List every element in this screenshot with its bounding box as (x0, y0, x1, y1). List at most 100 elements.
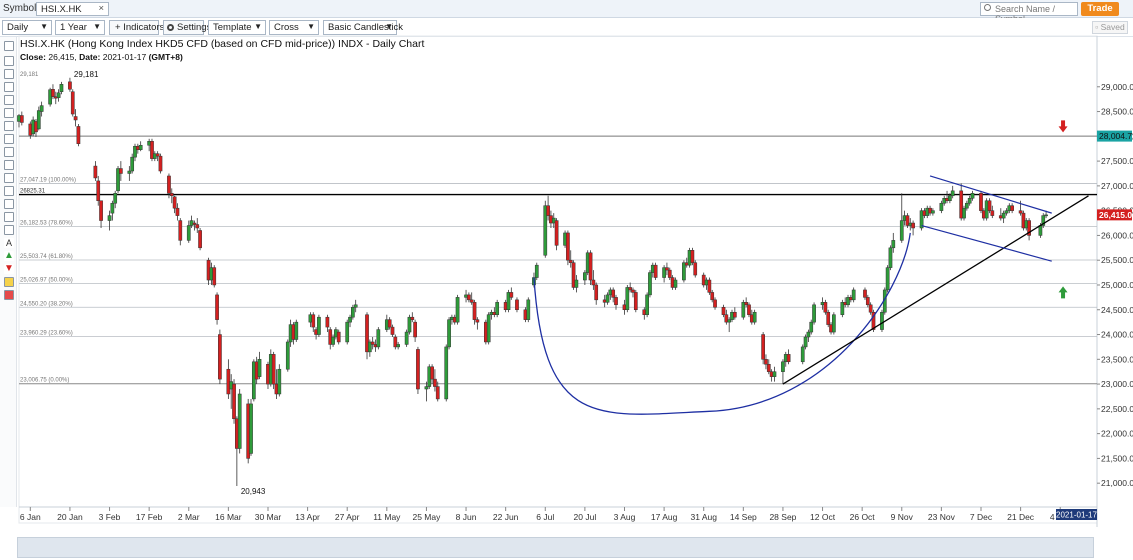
candle-body (800, 346, 805, 363)
candle-body (410, 316, 415, 320)
y-tick-label: 26,000.0 (1101, 230, 1133, 240)
candle-body (891, 240, 896, 249)
x-tick-label: 28 Sep (769, 512, 796, 522)
date-label: Date: (79, 52, 101, 62)
candle-body (970, 193, 975, 199)
candle-body (990, 210, 995, 216)
candle-body (964, 202, 969, 209)
fib-level-label: 27,047.19 (100.00%) (20, 178, 76, 184)
x-tick-label: 17 Feb (136, 512, 163, 522)
candle-body (435, 386, 440, 400)
candle-body (515, 299, 519, 311)
candle-body (455, 297, 460, 323)
candle-body (967, 198, 972, 204)
candle-body (475, 319, 480, 323)
candle-body (99, 200, 103, 221)
candle-body (591, 279, 596, 286)
candle-body (218, 334, 222, 380)
x-tick-label: 23 Nov (928, 512, 956, 522)
price-legend: Close: 26,415, Date: 2021-01-17 (GMT+8) (20, 52, 183, 62)
candle-body (747, 304, 751, 315)
candle-body (351, 307, 355, 318)
candle-body (772, 371, 777, 377)
candle-body (1001, 212, 1006, 219)
candle-body (249, 403, 253, 454)
candle-body (416, 349, 420, 390)
candle-body (594, 284, 599, 301)
candle-body (237, 393, 242, 449)
candlestick-chart[interactable]: 21,000.0 21,500.0 22,000.0 22,500.0 23,000.0… (0, 0, 1133, 560)
candle-body (413, 321, 417, 338)
candle-body (76, 126, 81, 145)
candle-body (59, 84, 64, 92)
candle-body (424, 386, 429, 390)
candle-body (36, 110, 41, 130)
candle-body (1038, 225, 1043, 236)
x-tick-label: 3 Aug (614, 512, 636, 522)
x-tick-label: 2 Mar (178, 512, 200, 522)
y-tick-label: 21,500.0 (1101, 453, 1133, 463)
y-tick-label: 25,000.0 (1101, 280, 1133, 290)
y-tick-label: 23,500.0 (1101, 354, 1133, 364)
candle-body (885, 267, 890, 291)
candle-body (713, 299, 717, 308)
candle-body (172, 196, 177, 209)
candle-body (806, 331, 811, 338)
trendline (782, 195, 1089, 385)
candle-body (447, 319, 451, 348)
candle-body (433, 378, 437, 387)
y-tick-label: 22,000.0 (1101, 429, 1133, 439)
candle-body (761, 334, 765, 360)
candle-body (51, 89, 55, 97)
candle-body (186, 225, 191, 241)
time-navigator[interactable] (17, 537, 1094, 558)
candle-body (331, 336, 335, 345)
candle-body (158, 155, 163, 172)
candle-body (495, 302, 500, 315)
candle-body (370, 341, 375, 345)
x-tick-label: 3 Feb (99, 512, 121, 522)
arrow-up-marker (1058, 286, 1068, 299)
candle-body (554, 220, 559, 246)
candle-body (130, 156, 135, 172)
candle-body (348, 316, 352, 323)
candle-body (277, 368, 282, 395)
candle-body (107, 215, 112, 221)
fib-level-label: 25,026.97 (50.00%) (20, 278, 73, 284)
candle-body (127, 170, 132, 174)
fib-level-label: 24,550.20 (38.20%) (20, 301, 73, 307)
candle-body (56, 92, 61, 98)
candle-body (345, 321, 350, 343)
candle-body (826, 311, 831, 325)
candle-body (444, 346, 449, 400)
y-tick-label: 21,000.0 (1101, 478, 1133, 488)
candle-body (832, 314, 836, 333)
candle-body (96, 180, 101, 201)
y-tick-label: 22,500.0 (1101, 404, 1133, 414)
candle-body (625, 287, 630, 311)
candle-body (198, 230, 202, 249)
candle-body (68, 81, 72, 90)
y-tick-label: 25,500.0 (1101, 255, 1133, 265)
extreme-label: 20,943 (241, 487, 266, 496)
y-tick-label: 29,000.0 (1101, 82, 1133, 92)
arrow-down-marker (1058, 120, 1068, 133)
fib-level-label: 23,960.29 (23.60%) (20, 330, 73, 336)
candle-body (865, 297, 870, 306)
candle-body (113, 193, 118, 204)
x-tick-label: 6 Jan (20, 512, 41, 522)
candle-body (390, 326, 395, 335)
x-tick-label: 6 Jul (536, 512, 554, 522)
candle-body (1004, 210, 1009, 214)
x-tick-label: 12 Oct (810, 512, 836, 522)
candle-body (19, 115, 24, 123)
timezone-label: (GMT+8) (148, 52, 183, 62)
candle-body (786, 354, 791, 363)
x-tick-label: 31 Aug (690, 512, 717, 522)
candle-body (167, 175, 171, 194)
x-tick-label: 30 Mar (255, 512, 282, 522)
candle-body (764, 359, 768, 365)
candle-body (574, 279, 579, 288)
candle-body (175, 207, 180, 216)
candle-body (472, 302, 477, 320)
